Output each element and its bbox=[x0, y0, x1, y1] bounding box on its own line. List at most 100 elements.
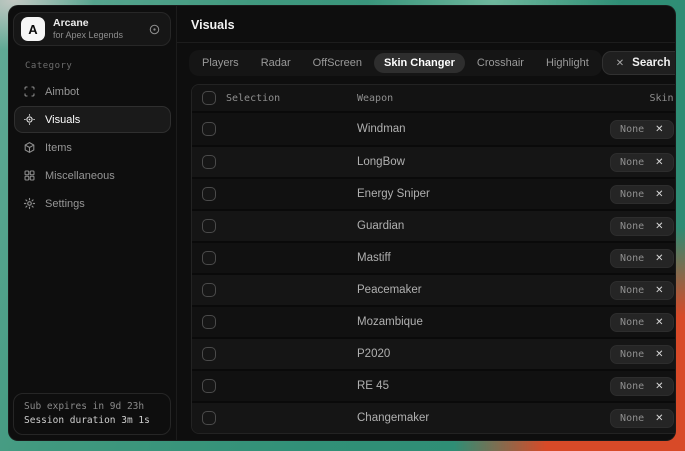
clear-skin-icon[interactable]: ✕ bbox=[655, 157, 663, 168]
weapon-name: Changemaker bbox=[357, 412, 610, 424]
skin-selector[interactable]: None ✕ bbox=[610, 153, 673, 172]
table-row[interactable]: Windman None ✕ bbox=[192, 113, 676, 145]
clear-skin-icon[interactable]: ✕ bbox=[655, 317, 663, 328]
tab-offscreen[interactable]: OffScreen bbox=[303, 53, 372, 73]
tab-skin-changer[interactable]: Skin Changer bbox=[374, 53, 465, 73]
clear-skin-icon[interactable]: ✕ bbox=[655, 349, 663, 360]
skin-value: None bbox=[620, 285, 644, 296]
skin-selector[interactable]: None ✕ bbox=[610, 345, 673, 364]
skin-value: None bbox=[620, 349, 644, 360]
sidebar-item-label: Visuals bbox=[45, 114, 80, 126]
x-icon: ✕ bbox=[616, 58, 624, 69]
skin-value: None bbox=[620, 221, 644, 232]
skin-value: None bbox=[620, 253, 644, 264]
sidebar-item-aimbot[interactable]: Aimbot bbox=[14, 78, 171, 105]
row-checkbox[interactable] bbox=[202, 411, 216, 425]
app-name: Arcane bbox=[53, 17, 123, 30]
app-logo: A bbox=[21, 17, 45, 41]
row-checkbox[interactable] bbox=[202, 187, 216, 201]
sidebar-nav: Aimbot Visuals bbox=[9, 78, 176, 217]
table-row[interactable]: Changemaker None ✕ bbox=[192, 401, 676, 433]
table-row[interactable]: Mastiff None ✕ bbox=[192, 241, 676, 273]
skin-selector[interactable]: None ✕ bbox=[610, 120, 673, 139]
clear-skin-icon[interactable]: ✕ bbox=[655, 381, 663, 392]
skin-value: None bbox=[620, 157, 644, 168]
select-all-checkbox[interactable] bbox=[202, 91, 216, 105]
row-checkbox[interactable] bbox=[202, 219, 216, 233]
table-row[interactable]: RE 45 None ✕ bbox=[192, 369, 676, 401]
row-checkbox[interactable] bbox=[202, 379, 216, 393]
skin-selector[interactable]: None ✕ bbox=[610, 249, 673, 268]
tab-bar: Players Radar OffScreen Skin Changer Cro… bbox=[189, 50, 602, 76]
skin-selector[interactable]: None ✕ bbox=[610, 313, 673, 332]
category-label: Category bbox=[25, 61, 176, 71]
weapon-name: Windman bbox=[357, 123, 610, 135]
sidebar-item-settings[interactable]: Settings bbox=[14, 190, 171, 217]
visuals-icon bbox=[23, 113, 36, 126]
skin-value: None bbox=[620, 124, 644, 135]
clear-skin-icon[interactable]: ✕ bbox=[655, 124, 663, 135]
weapon-name: Energy Sniper bbox=[357, 188, 610, 200]
weapon-name: P2020 bbox=[357, 348, 610, 360]
tab-players[interactable]: Players bbox=[192, 53, 249, 73]
skin-value: None bbox=[620, 381, 644, 392]
sidebar-item-visuals[interactable]: Visuals bbox=[14, 106, 171, 133]
subscription-status-box: Sub expires in 9d 23h Session duration 3… bbox=[13, 393, 171, 435]
column-header-selection: Selection bbox=[226, 93, 357, 104]
sidebar: A Arcane for Apex Legends Category bbox=[9, 6, 177, 440]
row-checkbox[interactable] bbox=[202, 315, 216, 329]
table-row[interactable]: Peacemaker None ✕ bbox=[192, 273, 676, 305]
sidebar-item-miscellaneous[interactable]: Miscellaneous bbox=[14, 162, 171, 189]
table-row[interactable]: P2020 None ✕ bbox=[192, 337, 676, 369]
row-checkbox[interactable] bbox=[202, 155, 216, 169]
weapon-name: Guardian bbox=[357, 220, 610, 232]
sidebar-item-label: Settings bbox=[45, 198, 85, 210]
skin-value: None bbox=[620, 413, 644, 424]
table-header-row: Selection Weapon Skin bbox=[192, 85, 676, 113]
row-checkbox[interactable] bbox=[202, 283, 216, 297]
tab-radar[interactable]: Radar bbox=[251, 53, 301, 73]
tab-crosshair[interactable]: Crosshair bbox=[467, 53, 534, 73]
sidebar-item-label: Aimbot bbox=[45, 86, 79, 98]
skin-selector[interactable]: None ✕ bbox=[610, 409, 673, 428]
app-subtitle: for Apex Legends bbox=[53, 30, 123, 41]
settings-icon bbox=[23, 197, 36, 210]
miscellaneous-icon bbox=[23, 169, 36, 182]
target-icon[interactable] bbox=[148, 23, 161, 36]
table-row[interactable]: Mozambique None ✕ bbox=[192, 305, 676, 337]
search-button[interactable]: ✕ Search bbox=[602, 51, 676, 75]
app-title-block: Arcane for Apex Legends bbox=[53, 17, 123, 41]
tab-highlight[interactable]: Highlight bbox=[536, 53, 599, 73]
row-checkbox[interactable] bbox=[202, 347, 216, 361]
aimbot-icon bbox=[23, 85, 36, 98]
skin-value: None bbox=[620, 189, 644, 200]
table-row[interactable]: Energy Sniper None ✕ bbox=[192, 177, 676, 209]
main-panel: Visuals Players Radar OffScreen Skin Cha… bbox=[177, 6, 676, 440]
clear-skin-icon[interactable]: ✕ bbox=[655, 253, 663, 264]
row-checkbox[interactable] bbox=[202, 251, 216, 265]
app-window: A Arcane for Apex Legends Category bbox=[8, 5, 676, 441]
skin-selector[interactable]: None ✕ bbox=[610, 185, 673, 204]
toolbar: Players Radar OffScreen Skin Changer Cro… bbox=[189, 50, 676, 76]
items-icon bbox=[23, 141, 36, 154]
sidebar-header: A Arcane for Apex Legends bbox=[13, 12, 171, 46]
skin-value: None bbox=[620, 317, 644, 328]
skin-selector[interactable]: None ✕ bbox=[610, 217, 673, 236]
sidebar-item-items[interactable]: Items bbox=[14, 134, 171, 161]
page-title: Visuals bbox=[177, 6, 676, 43]
app-logo-letter: A bbox=[28, 22, 37, 37]
clear-skin-icon[interactable]: ✕ bbox=[655, 189, 663, 200]
row-checkbox[interactable] bbox=[202, 122, 216, 136]
clear-skin-icon[interactable]: ✕ bbox=[655, 285, 663, 296]
skin-selector[interactable]: None ✕ bbox=[610, 377, 673, 396]
weapon-name: LongBow bbox=[357, 156, 610, 168]
sidebar-item-label: Miscellaneous bbox=[45, 170, 115, 182]
clear-skin-icon[interactable]: ✕ bbox=[655, 413, 663, 424]
table-row[interactable]: LongBow None ✕ bbox=[192, 145, 676, 177]
clear-skin-icon[interactable]: ✕ bbox=[655, 221, 663, 232]
skin-selector[interactable]: None ✕ bbox=[610, 281, 673, 300]
table-row[interactable]: Guardian None ✕ bbox=[192, 209, 676, 241]
sub-expires-text: Sub expires in 9d 23h bbox=[24, 401, 160, 412]
weapon-name: Peacemaker bbox=[357, 284, 610, 296]
weapon-name: RE 45 bbox=[357, 380, 610, 392]
